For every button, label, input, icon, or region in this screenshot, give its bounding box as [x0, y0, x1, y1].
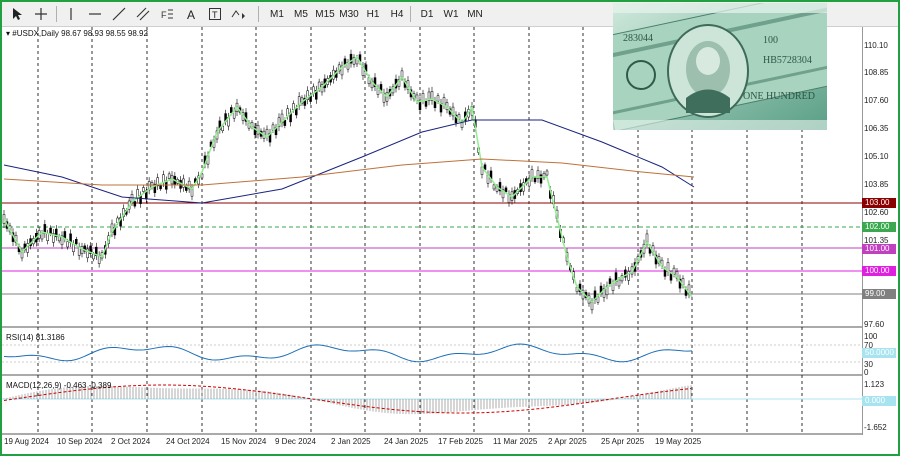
candle-body [142, 187, 145, 192]
candle-body [46, 233, 49, 241]
date-label: 15 Nov 2024 [221, 437, 267, 446]
candle-body [590, 301, 594, 311]
date-label: 11 Mar 2025 [493, 437, 538, 446]
date-label: 2 Oct 2024 [111, 437, 151, 446]
candle-body [504, 187, 508, 193]
candle-body [442, 97, 446, 106]
svg-text:F: F [161, 10, 167, 20]
candle-body [421, 93, 425, 101]
price-label: 97.60 [864, 320, 885, 329]
price-label: 103.85 [864, 180, 889, 189]
date-label: 19 May 2025 [655, 437, 702, 446]
channel-icon[interactable] [134, 5, 152, 23]
vertical-line-icon[interactable] [62, 5, 80, 23]
candle-body [133, 201, 137, 207]
text-icon[interactable]: A [182, 5, 200, 23]
ma-slow [3, 119, 695, 204]
candle-body [92, 253, 95, 260]
chart-header: ▾ #USDX,Daily 98.67 98.93 98.55 98.92 [6, 29, 148, 38]
level-tag-103: 103.00 [862, 198, 896, 208]
timeframe-w1[interactable]: W1 [438, 5, 464, 23]
level-tag-99: 99.00 [862, 289, 896, 299]
cursor-icon[interactable] [8, 5, 26, 23]
rsi-line [3, 343, 693, 363]
svg-text:HB5728304: HB5728304 [763, 55, 812, 66]
rsi-header: RSI(14) 81.3186 [6, 333, 65, 342]
candle-body [533, 177, 537, 183]
price-label: 105.10 [864, 152, 889, 161]
timeframe-m30[interactable]: M30 [336, 5, 362, 23]
label-icon[interactable]: T [206, 5, 224, 23]
date-label: 19 Aug 2024 [4, 437, 49, 446]
price-label: 106.35 [864, 124, 889, 133]
date-label: 10 Sep 2024 [57, 437, 103, 446]
dollar-photo-art: 100 HB5728304 283044 ONE HUNDRED [613, 3, 827, 130]
candle-body [230, 107, 233, 114]
level-tag-100: 100.00 [862, 266, 896, 276]
svg-text:100: 100 [763, 35, 778, 46]
ma-fast [3, 55, 693, 304]
rsi-value-tag: 50.0000 [862, 348, 896, 358]
level-tag-102: 102.00 [862, 222, 896, 232]
candle-body [483, 164, 487, 170]
rsi-level-label: 100 [864, 332, 878, 341]
price-label: 107.60 [864, 96, 889, 105]
candle-body [539, 174, 543, 184]
macd-level-label: -1.652 [864, 423, 887, 432]
candle-body [75, 238, 78, 245]
price-label: 110.10 [864, 41, 888, 50]
candle-body [292, 103, 295, 110]
timeframe-m1[interactable]: M1 [264, 5, 290, 23]
candle-body [167, 173, 171, 179]
date-label: 2 Jan 2025 [331, 437, 371, 446]
candle-body [663, 269, 667, 277]
timeframe-d1[interactable]: D1 [414, 5, 440, 23]
timeframe-h4[interactable]: H4 [384, 5, 410, 23]
macd-level-label: 1.123 [864, 380, 885, 389]
dollar-photo: 100 HB5728304 283044 ONE HUNDRED [613, 3, 827, 130]
macd-value-tag: 0.000 [862, 396, 896, 406]
dropdown-triangle-icon[interactable]: ▾ [6, 29, 10, 38]
candle-body [66, 241, 69, 248]
candle-body [436, 95, 440, 102]
price-label: 102.60 [864, 208, 889, 217]
date-label: 24 Oct 2024 [166, 437, 210, 446]
candle-body [617, 279, 621, 287]
crosshair-icon[interactable] [32, 5, 50, 23]
candle-body [669, 273, 673, 281]
candle-body [424, 100, 428, 107]
price-label: 108.85 [864, 68, 889, 77]
candle-body [40, 232, 44, 240]
svg-text:ONE HUNDRED: ONE HUNDRED [743, 91, 815, 102]
symbol-ohlc-label: #USDX,Daily 98.67 98.93 98.55 98.92 [12, 29, 148, 38]
candle-body [608, 278, 612, 285]
timeframe-m15[interactable]: M15 [312, 5, 338, 23]
date-label: 2 Apr 2025 [548, 437, 587, 446]
timeframe-m5[interactable]: M5 [288, 5, 314, 23]
date-label: 17 Feb 2025 [438, 437, 483, 446]
svg-text:A: A [187, 8, 195, 21]
svg-text:283044: 283044 [623, 33, 653, 44]
date-label: 25 Apr 2025 [601, 437, 645, 446]
candle-body [545, 170, 549, 176]
level-tag-101: 101.00 [862, 244, 896, 254]
candle-body [492, 184, 496, 190]
date-label: 9 Dec 2024 [275, 437, 316, 446]
candle-body [283, 119, 287, 126]
horizontal-line-icon[interactable] [86, 5, 104, 23]
candle-body [182, 178, 185, 188]
rsi-level-label: 0 [864, 368, 869, 377]
timeframe-mn[interactable]: MN [462, 5, 488, 23]
timeframe-h1[interactable]: H1 [360, 5, 386, 23]
trendline-icon[interactable] [110, 5, 128, 23]
candle-body [49, 227, 52, 234]
date-label: 24 Jan 2025 [384, 437, 429, 446]
shapes-icon[interactable] [230, 5, 248, 23]
fibonacci-icon[interactable]: F [158, 5, 176, 23]
ma-long [3, 158, 695, 186]
candle-body [672, 267, 676, 275]
macd-header: MACD(12,26,9) -0.463 -0.389 [6, 381, 112, 390]
svg-text:T: T [212, 10, 218, 20]
